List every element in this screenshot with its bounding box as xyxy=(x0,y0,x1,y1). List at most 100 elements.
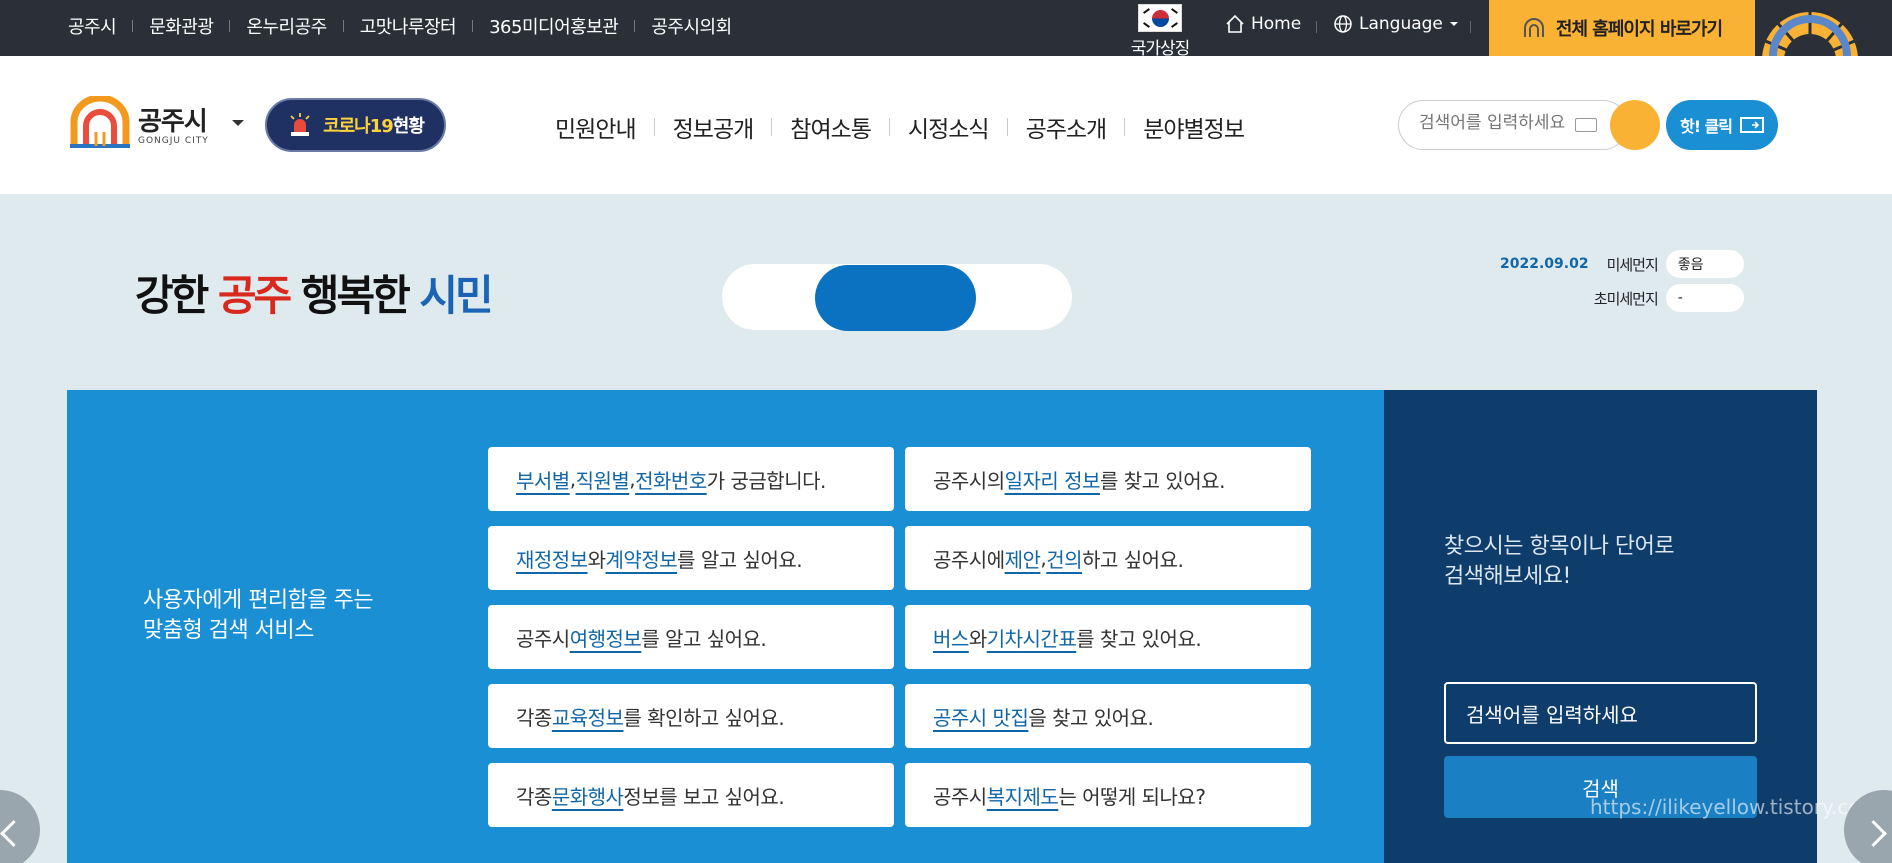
divider xyxy=(653,118,655,136)
quick-search-keyword-link[interactable]: 건의 xyxy=(1046,544,1082,573)
toplink-council[interactable]: 공주시의회 xyxy=(651,13,732,39)
divider xyxy=(229,20,231,32)
quick-search-text: 공주시의 xyxy=(933,468,1005,493)
quick-search-card[interactable]: 공주시에 제안, 건의 하고 싶어요. xyxy=(905,526,1311,590)
nav-information-disclosure[interactable]: 정보공개 xyxy=(673,110,755,144)
window-icon xyxy=(1740,117,1765,133)
quick-search-keyword-link[interactable]: 여행정보 xyxy=(570,623,642,652)
quick-search-keyword-link[interactable]: 전화번호 xyxy=(635,465,707,494)
header-search-input[interactable] xyxy=(1419,113,1574,133)
slogan-part-highlight: 공주 xyxy=(217,271,292,320)
header-search-button[interactable] xyxy=(1610,100,1660,150)
site-header: 공주시 GONGJU CITY 코로나19현황 민원안내 정보공개 참여소통 시… xyxy=(0,56,1892,194)
quick-search-text: 각종 xyxy=(516,705,552,730)
quick-search-card[interactable]: 재정정보 와 계약정보 를 알고 싶어요. xyxy=(488,526,894,590)
keyword-search-input[interactable]: 검색어를 입력하세요 xyxy=(1444,682,1757,744)
quick-search-card[interactable]: 각종 문화행사 정보를 보고 싶어요. xyxy=(488,763,894,827)
quick-search-card[interactable]: 각종 교육정보 를 확인하고 싶어요. xyxy=(488,684,894,748)
quick-search-text: 공주시 xyxy=(933,784,987,809)
quick-search-card[interactable]: 공주시 여행정보 를 알고 싶어요. xyxy=(488,605,894,669)
home-icon xyxy=(1226,14,1244,33)
quick-search-card[interactable]: 부서별, 직원별, 전화번호 가 궁금합니다. xyxy=(488,447,894,511)
quick-search-text: 정보를 보고 싶어요. xyxy=(623,784,785,809)
quick-search-keyword-link[interactable]: 시간표 xyxy=(1023,623,1077,652)
nav-civil-service[interactable]: 민원안내 xyxy=(555,110,637,144)
logo-english: GONGJU CITY xyxy=(138,135,209,146)
quick-search-card[interactable]: 공주시의 일자리 정보 를 찾고 있어요. xyxy=(905,447,1311,511)
nav-participation[interactable]: 참여소통 xyxy=(790,110,872,144)
divider xyxy=(132,20,134,32)
divider xyxy=(1470,21,1471,33)
quick-search-text: 가 궁금합니다. xyxy=(706,468,827,493)
main-navigation: 민원안내 정보공개 참여소통 시정소식 공주소개 분야별정보 xyxy=(555,110,1245,144)
pm25-label: 초미세먼지 xyxy=(1593,289,1659,308)
visual-toggle-knob[interactable] xyxy=(815,265,976,331)
nav-field-info[interactable]: 분야별정보 xyxy=(1143,110,1245,144)
hot-click-button[interactable]: 핫! 클릭 xyxy=(1666,100,1778,150)
quick-search-card[interactable]: 공주시 맛집 을 찾고 있어요. xyxy=(905,684,1311,748)
quick-search-keyword-link[interactable]: 문화행사 xyxy=(552,781,624,810)
air-quality-widget: 2022.09.02 미세먼지 좋음 초미세먼지 - xyxy=(1500,247,1744,315)
prev-slide-button[interactable] xyxy=(0,790,40,863)
quick-search-keyword-link[interactable]: 공주시 맛집 xyxy=(933,702,1029,731)
quick-search-keyword-link[interactable]: 일자리 정보 xyxy=(1005,465,1101,494)
hot-click-label: 핫! 클릭 xyxy=(1679,117,1733,136)
keyword-search-title-line: 검색해보세요! xyxy=(1444,564,1571,589)
quick-search-text: 하고 싶어요. xyxy=(1082,547,1184,572)
quick-search-keyword-link[interactable]: 계약정보 xyxy=(606,544,678,573)
toplink-onnuri[interactable]: 온누리공주 xyxy=(246,13,327,39)
divider xyxy=(472,20,474,32)
keyword-search-title: 찾으시는 항목이나 단어로 검색해보세요! xyxy=(1444,532,1675,592)
quick-search-keyword-link[interactable]: 교육정보 xyxy=(552,702,624,731)
virtual-keyboard-icon[interactable] xyxy=(1575,118,1597,132)
keyword-search-panel: 찾으시는 항목이나 단어로 검색해보세요! 검색어를 입력하세요 검색 xyxy=(1384,390,1817,863)
gate-logo-icon xyxy=(1523,18,1544,37)
quick-search-keyword-link[interactable]: 직원별 xyxy=(576,465,630,494)
nav-city-news[interactable]: 시정소식 xyxy=(908,110,990,144)
logo-dropdown-caret-icon[interactable] xyxy=(232,120,244,126)
home-link[interactable]: Home xyxy=(1225,14,1301,34)
quick-search-text: 공주시 xyxy=(516,626,570,651)
national-symbol-link[interactable]: 국가상징 xyxy=(1125,4,1195,59)
quick-search-text: 와 xyxy=(587,547,606,572)
keyword-search-title-line: 찾으시는 항목이나 단어로 xyxy=(1444,534,1675,559)
quick-search-keyword-link[interactable]: 재정정보 xyxy=(516,544,588,573)
toplink-media[interactable]: 365미디어홍보관 xyxy=(489,13,619,39)
quick-search-card[interactable]: 공주시 복지제도 는 어떻게 되나요? xyxy=(905,763,1311,827)
covid19-status-button[interactable]: 코로나19현황 xyxy=(265,98,446,152)
quick-search-text: 를 찾고 있어요. xyxy=(1099,468,1225,493)
toplink-culture-tourism[interactable]: 문화관광 xyxy=(149,13,214,39)
full-homepage-button[interactable]: 전체 홈페이지 바로가기 xyxy=(1489,0,1755,56)
quick-search-text: 는 어떻게 되나요? xyxy=(1058,784,1206,809)
city-slogan: 강한 공주 행복한 시민 xyxy=(135,262,494,323)
pm25-value: - xyxy=(1665,284,1744,312)
home-label: Home xyxy=(1251,14,1302,34)
slogan-part: 행복한 xyxy=(289,271,420,320)
quick-search-keyword-link[interactable]: 부서별 xyxy=(516,465,570,494)
quick-search-keyword-link[interactable]: 버스 xyxy=(933,623,969,652)
quick-search-keyword-link[interactable]: 복지제도 xyxy=(987,781,1059,810)
header-search-box xyxy=(1398,100,1628,150)
pm10-label: 미세먼지 xyxy=(1606,255,1659,274)
quick-search-text: 와 xyxy=(968,626,987,651)
language-selector[interactable]: Language xyxy=(1333,14,1459,34)
quick-search-text: 를 찾고 있어요. xyxy=(1076,626,1202,651)
site-logo[interactable]: 공주시 GONGJU CITY xyxy=(68,96,209,150)
quick-search-keyword-link[interactable]: 제안 xyxy=(1005,544,1041,573)
divider xyxy=(634,20,636,32)
siren-icon xyxy=(290,113,310,136)
slogan-part-highlight: 시민 xyxy=(419,271,493,320)
sun-emblem-icon xyxy=(1755,0,1892,56)
full-homepage-label: 전체 홈페이지 바로가기 xyxy=(1555,19,1723,40)
quick-search-text: 공주시에 xyxy=(933,547,1005,572)
quick-search-text: 를 알고 싶어요. xyxy=(677,547,803,572)
nav-about-gongju[interactable]: 공주소개 xyxy=(1026,110,1108,144)
caret-down-icon xyxy=(1449,22,1458,26)
quick-search-keyword-link[interactable]: 기차 xyxy=(987,623,1023,652)
quick-search-text: 를 알고 싶어요. xyxy=(641,626,767,651)
toplink-market[interactable]: 고맛나루장터 xyxy=(360,13,457,39)
divider xyxy=(1124,118,1126,136)
divider xyxy=(1006,118,1008,136)
quick-search-card[interactable]: 버스 와 기차 시간표 를 찾고 있어요. xyxy=(905,605,1311,669)
toplink-gongju[interactable]: 공주시 xyxy=(68,13,117,39)
